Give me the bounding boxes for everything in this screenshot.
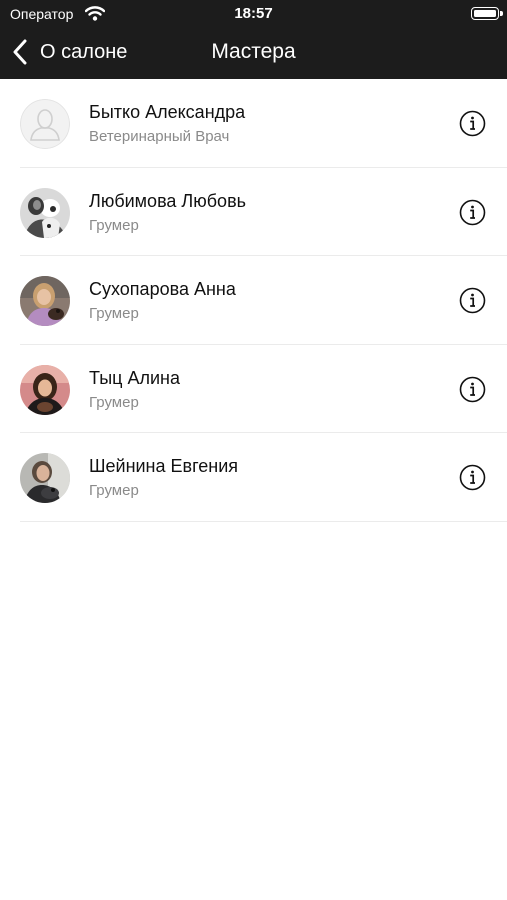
master-name: Бытко Александра xyxy=(89,102,246,122)
info-circle-icon xyxy=(459,110,486,137)
top-bar: Оператор 18:57 О салоне Мастера xyxy=(0,0,507,79)
master-role: Грумер xyxy=(89,305,139,322)
info-button[interactable] xyxy=(459,287,486,314)
master-name: Шейнина Евгения xyxy=(89,456,239,476)
master-role: Грумер xyxy=(89,482,139,499)
navigation-bar: О салоне Мастера xyxy=(0,28,507,79)
list-item[interactable]: Тыц Алина Грумер xyxy=(0,345,507,433)
info-button[interactable] xyxy=(459,110,486,137)
info-button[interactable] xyxy=(459,376,486,403)
info-circle-icon xyxy=(459,464,486,491)
masters-list: Бытко Александра Ветеринарный Врач Любим… xyxy=(0,79,507,522)
info-button[interactable] xyxy=(459,464,486,491)
avatar-photo xyxy=(20,453,70,503)
master-name: Сухопарова Анна xyxy=(89,279,236,299)
master-name: Тыц Алина xyxy=(89,367,180,388)
status-time: 18:57 xyxy=(234,5,273,22)
list-item[interactable]: Шейнина Евгения Грумер xyxy=(0,433,507,522)
master-role: Ветеринарный Врач xyxy=(89,128,230,145)
status-bar: Оператор 18:57 xyxy=(0,0,507,28)
master-role: Грумер xyxy=(89,393,139,411)
list-item[interactable]: Любимова Любовь Грумер xyxy=(0,168,507,256)
placeholder-person-icon xyxy=(20,99,70,149)
divider xyxy=(20,520,507,522)
list-item[interactable]: Бытко Александра Ветеринарный Врач xyxy=(0,79,507,168)
avatar-photo xyxy=(20,276,70,326)
info-circle-icon xyxy=(459,376,486,402)
avatar xyxy=(20,276,70,326)
info-button[interactable] xyxy=(459,199,486,226)
avatar-photo xyxy=(20,364,70,415)
info-circle-icon xyxy=(459,199,486,225)
avatar xyxy=(20,187,70,238)
master-role: Грумер xyxy=(89,216,139,234)
page-title: Мастера xyxy=(211,40,296,63)
info-circle-icon xyxy=(459,287,486,314)
list-item[interactable]: Сухопарова Анна Грумер xyxy=(0,256,507,345)
avatar xyxy=(20,364,70,415)
battery-icon xyxy=(471,7,503,20)
avatar xyxy=(20,453,70,503)
master-name: Любимова Любовь xyxy=(89,190,247,211)
avatar-photo xyxy=(20,187,70,238)
avatar xyxy=(20,99,70,149)
